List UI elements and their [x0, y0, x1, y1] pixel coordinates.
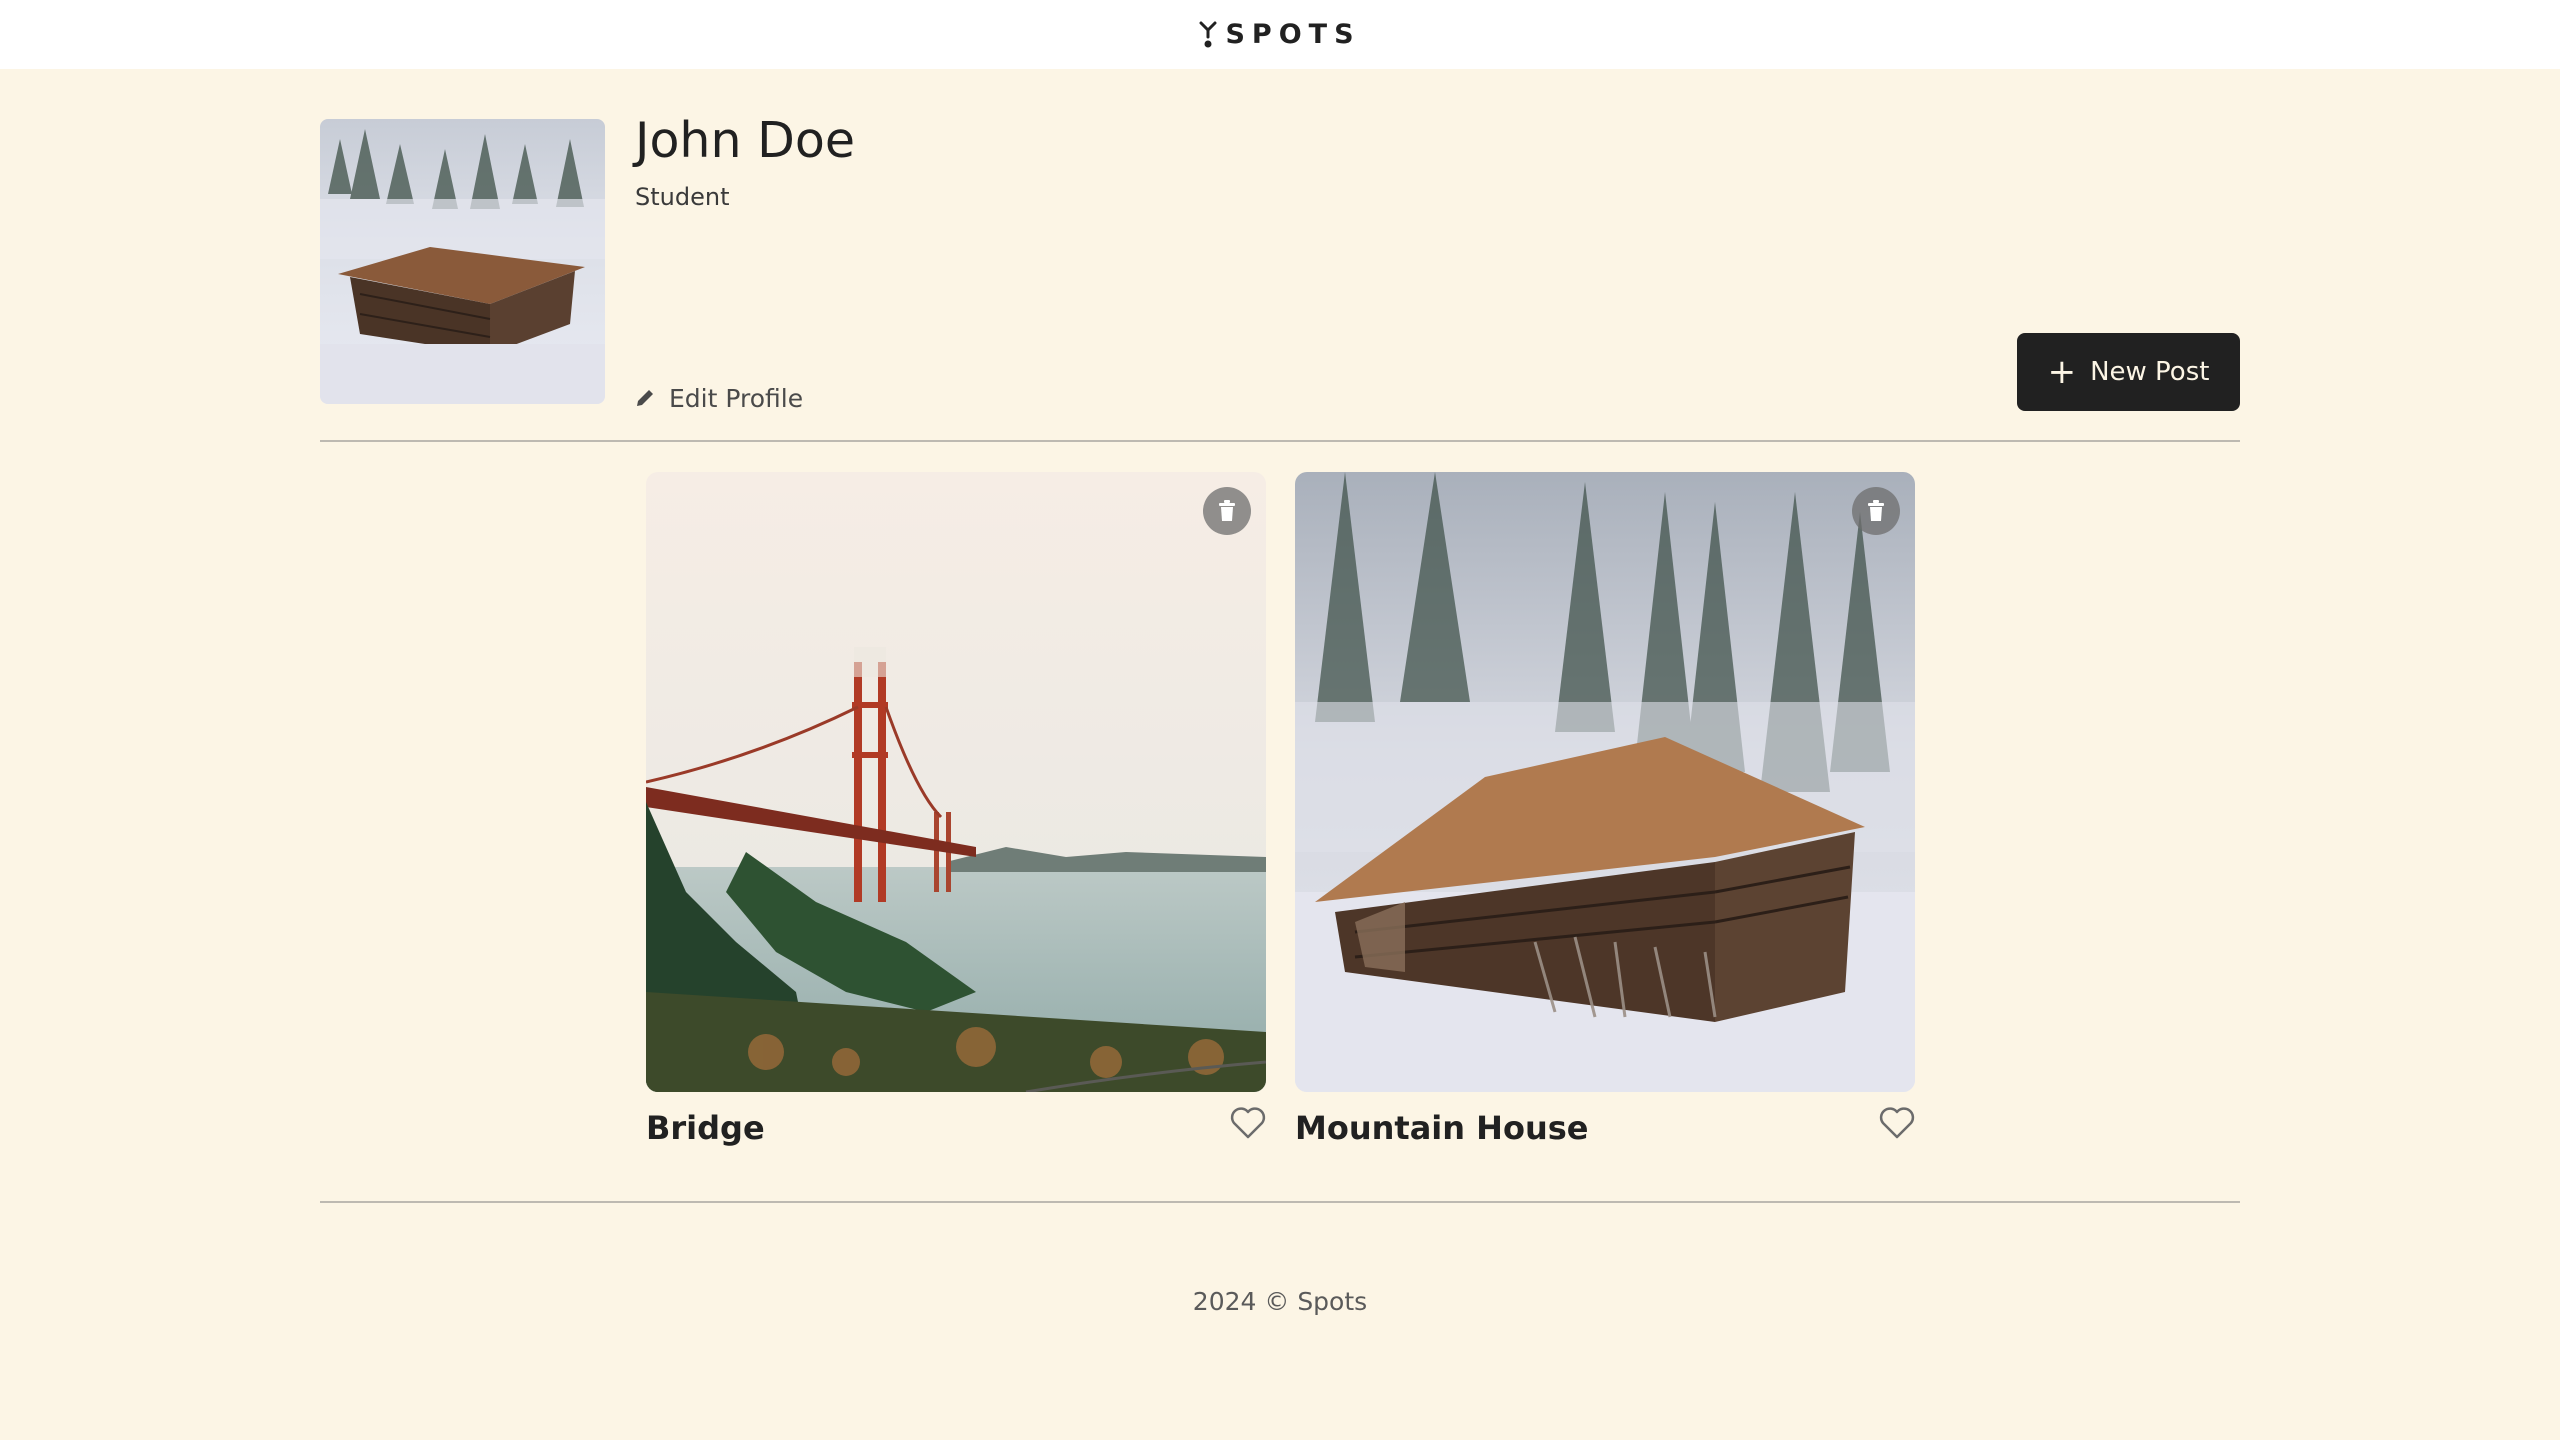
edit-profile-label: Edit Profile — [669, 383, 804, 413]
profile-name: John Doe — [635, 112, 855, 169]
new-post-button[interactable]: + New Post — [2017, 333, 2240, 411]
logo-text: SPOTS — [1225, 19, 1361, 50]
heart-outline-icon[interactable] — [1879, 1106, 1915, 1140]
card-image-mountain-house[interactable] — [1295, 472, 1915, 1092]
new-post-label: New Post — [2090, 357, 2210, 387]
delete-button[interactable] — [1203, 487, 1251, 535]
bridge-image — [646, 472, 1266, 1092]
card-caption: Mountain House — [1295, 1104, 1915, 1152]
plus-icon: + — [2047, 352, 2077, 392]
spots-logo[interactable]: SPOTS — [1199, 19, 1360, 50]
card-bridge: Bridge — [646, 472, 1266, 1152]
pencil-icon — [637, 390, 653, 406]
footer-divider — [320, 1201, 2240, 1203]
spots-logo-icon — [1199, 21, 1217, 47]
mountain-house-image — [1295, 472, 1915, 1092]
card-title: Bridge — [646, 1109, 765, 1147]
trash-icon — [1868, 500, 1884, 521]
card-caption: Bridge — [646, 1104, 1266, 1152]
profile-avatar — [320, 119, 605, 404]
card-title: Mountain House — [1295, 1109, 1589, 1147]
trash-icon — [1219, 500, 1235, 521]
site-footer: 2024 © Spots — [0, 1287, 2560, 1316]
card-mountain-house: Mountain House — [1295, 472, 1915, 1152]
footer-copyright: 2024 © Spots — [1192, 1287, 1368, 1316]
avatar-cabin-image — [320, 119, 605, 404]
card-image-bridge[interactable] — [646, 472, 1266, 1092]
page-content: John Doe Student Edit Profile + New Post — [0, 69, 2560, 1440]
section-divider — [320, 440, 2240, 442]
edit-profile-button[interactable]: Edit Profile — [635, 381, 803, 415]
heart-outline-icon[interactable] — [1230, 1106, 1266, 1140]
profile-description: Student — [635, 183, 730, 211]
site-header: SPOTS — [0, 0, 2560, 69]
delete-button[interactable] — [1852, 487, 1900, 535]
